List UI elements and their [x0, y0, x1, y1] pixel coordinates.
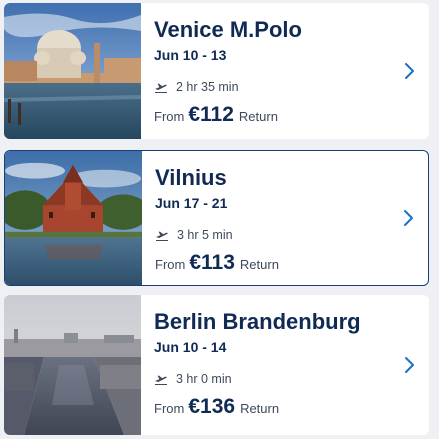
plane-icon: [155, 228, 169, 242]
destination-card-venice[interactable]: Venice M.Polo Jun 10 - 13 2 hr 35 min Fr…: [4, 3, 429, 139]
from-label: From: [154, 109, 185, 124]
trip-type-label: Return: [239, 257, 279, 272]
berlin-photo: [4, 295, 141, 435]
price-value: €136: [188, 395, 236, 418]
chevron-right-icon[interactable]: [403, 355, 417, 375]
destination-city: Berlin Brandenburg: [154, 309, 361, 334]
destination-info: Vilnius Jun 17 - 21 3 hr 5 min From €113…: [155, 151, 392, 285]
chevron-right-icon[interactable]: [402, 208, 416, 228]
trip-type-label: Return: [240, 401, 280, 416]
price-row: From €136 Return: [154, 395, 279, 419]
from-label: From: [154, 401, 185, 416]
flight-duration: 3 hr 0 min: [154, 372, 232, 386]
venice-photo: [4, 3, 141, 139]
plane-icon: [154, 80, 168, 94]
plane-icon: [154, 372, 168, 386]
from-label: From: [155, 257, 186, 272]
destination-info: Berlin Brandenburg Jun 10 - 14 3 hr 0 mi…: [154, 295, 393, 435]
duration-text: 3 hr 5 min: [177, 228, 233, 242]
travel-dates: Jun 17 - 21: [155, 195, 228, 211]
destination-city: Venice M.Polo: [154, 17, 302, 42]
destination-info: Venice M.Polo Jun 10 - 13 2 hr 35 min Fr…: [154, 3, 393, 139]
destination-list: Venice M.Polo Jun 10 - 13 2 hr 35 min Fr…: [0, 0, 439, 439]
travel-dates: Jun 10 - 13: [154, 47, 227, 63]
destination-city: Vilnius: [155, 165, 227, 190]
trip-type-label: Return: [238, 109, 278, 124]
price-row: From €112 Return: [154, 103, 278, 127]
flight-duration: 2 hr 35 min: [154, 80, 239, 94]
destination-card-berlin[interactable]: Berlin Brandenburg Jun 10 - 14 3 hr 0 mi…: [4, 295, 429, 435]
price-value: €113: [189, 251, 235, 274]
travel-dates: Jun 10 - 14: [154, 339, 227, 355]
destination-card-vilnius[interactable]: Vilnius Jun 17 - 21 3 hr 5 min From €113…: [4, 150, 429, 286]
vilnius-photo: [5, 151, 142, 285]
duration-text: 2 hr 35 min: [176, 80, 239, 94]
flight-duration: 3 hr 5 min: [155, 228, 233, 242]
price-row: From €113 Return: [155, 251, 279, 275]
chevron-right-icon[interactable]: [403, 61, 417, 81]
duration-text: 3 hr 0 min: [176, 372, 232, 386]
price-value: €112: [188, 103, 234, 126]
